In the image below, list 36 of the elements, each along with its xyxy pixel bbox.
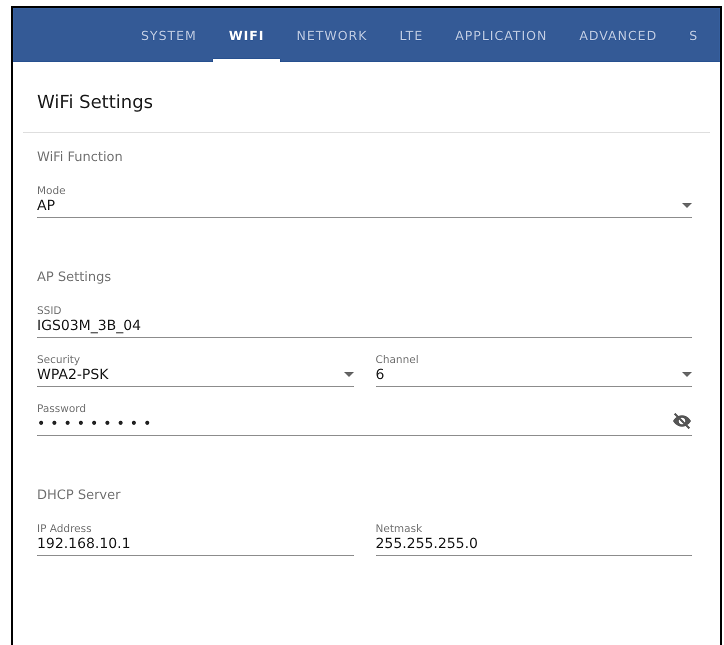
nav-tab[interactable]: LTE bbox=[383, 8, 440, 62]
dropdown-caret-icon bbox=[344, 372, 354, 377]
nav-tab[interactable]: WIFI bbox=[212, 8, 280, 62]
password-field[interactable]: Password ••••••••• bbox=[37, 403, 692, 436]
section-heading: WiFi Function bbox=[37, 149, 124, 167]
text-field[interactable]: Netmask 255.255.255.0 bbox=[376, 523, 692, 556]
field-value: 192.168.10.1 bbox=[37, 536, 132, 552]
field-label: Netmask bbox=[376, 523, 424, 535]
field-value: 6 bbox=[376, 367, 386, 383]
field-value: WPA2-PSK bbox=[37, 367, 110, 383]
nav-tab[interactable]: NETWORK bbox=[280, 8, 384, 62]
section-heading: AP Settings bbox=[37, 269, 112, 287]
select-field[interactable]: Channel 6 bbox=[376, 354, 692, 387]
select-field[interactable]: Security WPA2-PSK bbox=[37, 354, 354, 387]
field-value: IGS03M_3B_04 bbox=[37, 318, 142, 334]
text-field[interactable]: SSID IGS03M_3B_04 bbox=[37, 305, 692, 338]
nav-tab[interactable]: SYSTEM bbox=[125, 8, 213, 62]
select-field[interactable]: Mode AP bbox=[37, 185, 692, 218]
field-value: AP bbox=[37, 198, 56, 214]
dropdown-caret-icon bbox=[682, 203, 692, 208]
field-label: Mode bbox=[37, 185, 67, 197]
field-label: Channel bbox=[376, 354, 420, 366]
nav-tab[interactable]: S bbox=[673, 8, 714, 62]
field-label: IP Address bbox=[37, 523, 93, 535]
text-field[interactable]: IP Address 192.168.10.1 bbox=[37, 523, 354, 556]
nav-tab[interactable]: APPLICATION bbox=[439, 8, 564, 62]
page-title: WiFi Settings bbox=[36, 91, 154, 115]
eye-off-icon[interactable] bbox=[672, 412, 692, 430]
field-label: SSID bbox=[37, 305, 63, 317]
dropdown-caret-icon bbox=[682, 372, 692, 377]
nav-tab[interactable]: ADVANCED bbox=[563, 8, 674, 62]
field-value: 255.255.255.0 bbox=[376, 536, 479, 552]
field-label: Security bbox=[37, 354, 82, 366]
section-heading: DHCP Server bbox=[37, 487, 122, 505]
field-value: ••••••••• bbox=[37, 416, 158, 432]
field-label: Password bbox=[37, 403, 88, 415]
